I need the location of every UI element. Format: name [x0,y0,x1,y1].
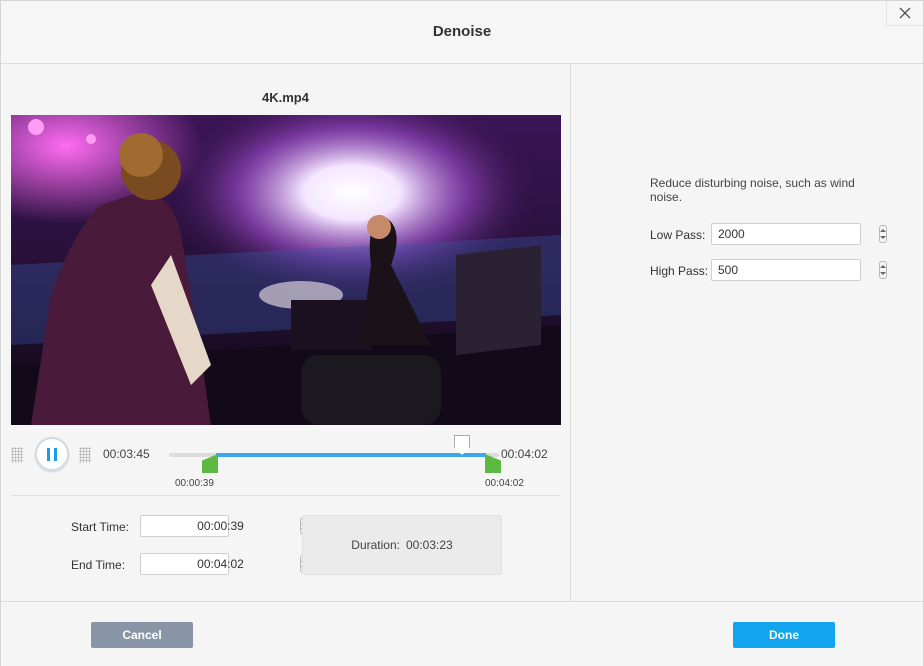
low-pass-label: Low Pass: [650,228,706,242]
low-pass-stepper[interactable] [711,223,887,245]
settings-pane: Reduce disturbing noise, such as wind no… [571,64,923,601]
playhead-handle[interactable] [454,435,470,455]
end-time-label: End Time: [71,558,126,572]
start-time-stepper[interactable] [140,515,308,537]
done-button[interactable]: Done [733,622,835,648]
pause-button[interactable] [35,437,69,471]
file-name: 4K.mp4 [262,90,309,105]
preview-pane: 4K.mp4 00:03:45 00:00:39 00:04:02 00:04:… [1,64,571,601]
drag-handle-left-icon[interactable] [11,447,23,463]
current-time: 00:03:45 [103,447,150,461]
divider [11,495,561,496]
start-time-field[interactable] [141,516,300,536]
high-pass-spin-icon[interactable] [879,261,887,279]
close-button[interactable] [886,1,923,26]
title-bar: Denoise [1,1,923,64]
cancel-button[interactable]: Cancel [91,622,193,648]
video-frame-image [11,115,561,425]
low-pass-field[interactable] [712,224,879,244]
total-time: 00:04:02 [501,447,548,461]
close-icon [899,7,911,19]
denoise-description: Reduce disturbing noise, such as wind no… [650,176,855,204]
dialog-title: Denoise [432,23,492,40]
low-pass-spin-icon[interactable] [879,225,887,243]
playback-controls: 00:03:45 00:00:39 00:04:02 00:04:02 [1,435,570,495]
dialog-footer: Cancel Done [1,601,923,666]
high-pass-stepper[interactable] [711,259,887,281]
pause-icon [45,447,59,461]
trim-end-marker-label: 00:04:02 [485,478,524,489]
selected-range [216,453,486,457]
denoise-dialog: Denoise 4K.mp4 00:03:45 00:00:39 00:04:0… [0,0,924,666]
duration-display: Duration: 00:03:23 [302,515,502,575]
video-preview[interactable] [11,115,561,425]
start-time-label: Start Time: [71,520,130,534]
end-time-field[interactable] [141,554,300,574]
duration-value: 00:03:23 [405,538,453,552]
drag-handle-right-icon[interactable] [79,447,91,463]
duration-label: Duration: [351,538,400,552]
end-time-stepper[interactable] [140,553,308,575]
high-pass-label: High Pass: [650,264,709,278]
high-pass-field[interactable] [712,260,879,280]
trim-start-marker-label: 00:00:39 [175,478,214,489]
